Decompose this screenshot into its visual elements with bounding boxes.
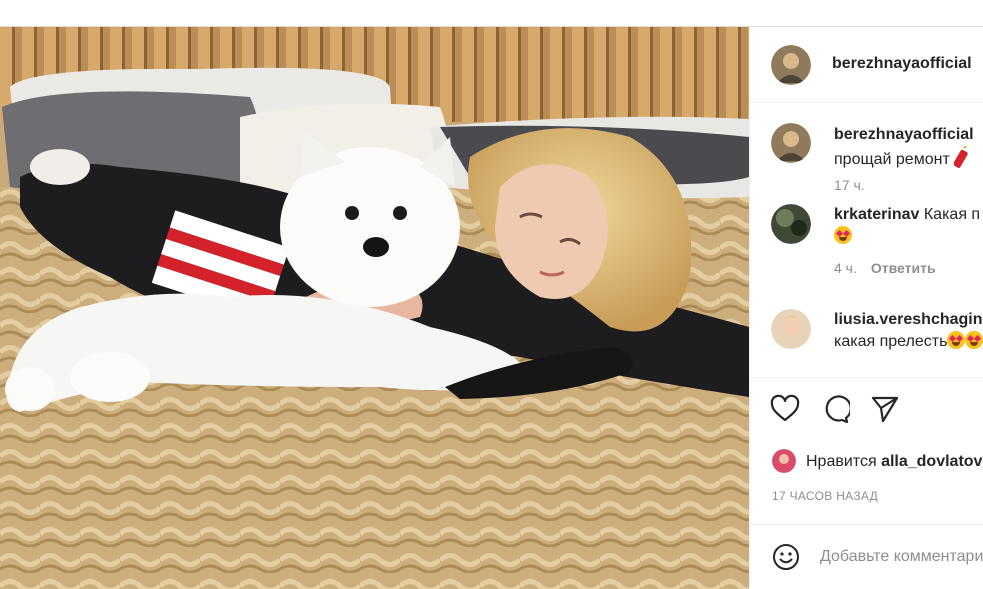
comment-username[interactable]: berezhnayaofficial [834,126,974,143]
author-avatar[interactable] [771,45,811,85]
comment-text: Какая п [923,206,981,223]
post-actions: Нравится alla_dovlatov 17 ЧАСОВ НАЗАД [750,377,983,527]
comment-time: 4 ч. [834,260,857,276]
comment-body: liusia.vereshchagina какая прелесть [834,309,983,353]
comment-text: прощай ремонт [834,151,950,168]
likes-user[interactable]: alla_dovlatov [881,453,982,470]
reply-button[interactable]: Ответить [871,260,936,276]
comment-time: 17 ч. [834,177,865,193]
send-icon[interactable] [870,394,900,424]
author-username[interactable]: berezhnayaofficial [832,55,972,73]
post-timestamp[interactable]: 17 ЧАСОВ НАЗАД [772,489,878,503]
comments-list[interactable]: berezhnayaofficial прощай ремонт 17 ч. k… [750,104,983,377]
post-side-panel: berezhnayaofficial berezhnayaofficial пр… [749,27,983,589]
comment-body: krkaterinav Какая п [834,204,980,248]
firecracker-icon [954,146,968,168]
comment-text: какая прелесть [834,333,948,350]
comment-avatar[interactable] [771,309,811,349]
star-struck-icon [965,331,983,349]
comment-avatar[interactable] [771,123,811,163]
browser-top-bar [0,0,983,27]
add-comment-bar [750,524,983,589]
star-struck-icon [947,331,966,349]
comment-avatar[interactable] [771,204,811,244]
post-photo[interactable] [0,27,749,589]
comment-meta: 4 ч. Ответить [834,260,936,276]
post-header: berezhnayaofficial [750,27,983,103]
comment-username[interactable]: liusia.vereshchagina [834,311,983,328]
comment-meta: 17 ч. [834,177,865,193]
post-photo-illustration [0,27,749,589]
comment-body: berezhnayaofficial прощай ремонт [834,124,974,171]
heart-icon[interactable] [770,394,800,424]
likes-prefix: Нравится [806,453,877,470]
liker-avatar[interactable] [772,449,796,473]
comment-input[interactable] [820,544,983,570]
emoji-smiley-icon[interactable] [772,543,800,571]
comment-icon[interactable] [820,394,850,424]
likes-text[interactable]: Нравится alla_dovlatov [806,453,982,471]
star-struck-icon [834,226,852,244]
comment-username[interactable]: krkaterinav [834,206,919,223]
